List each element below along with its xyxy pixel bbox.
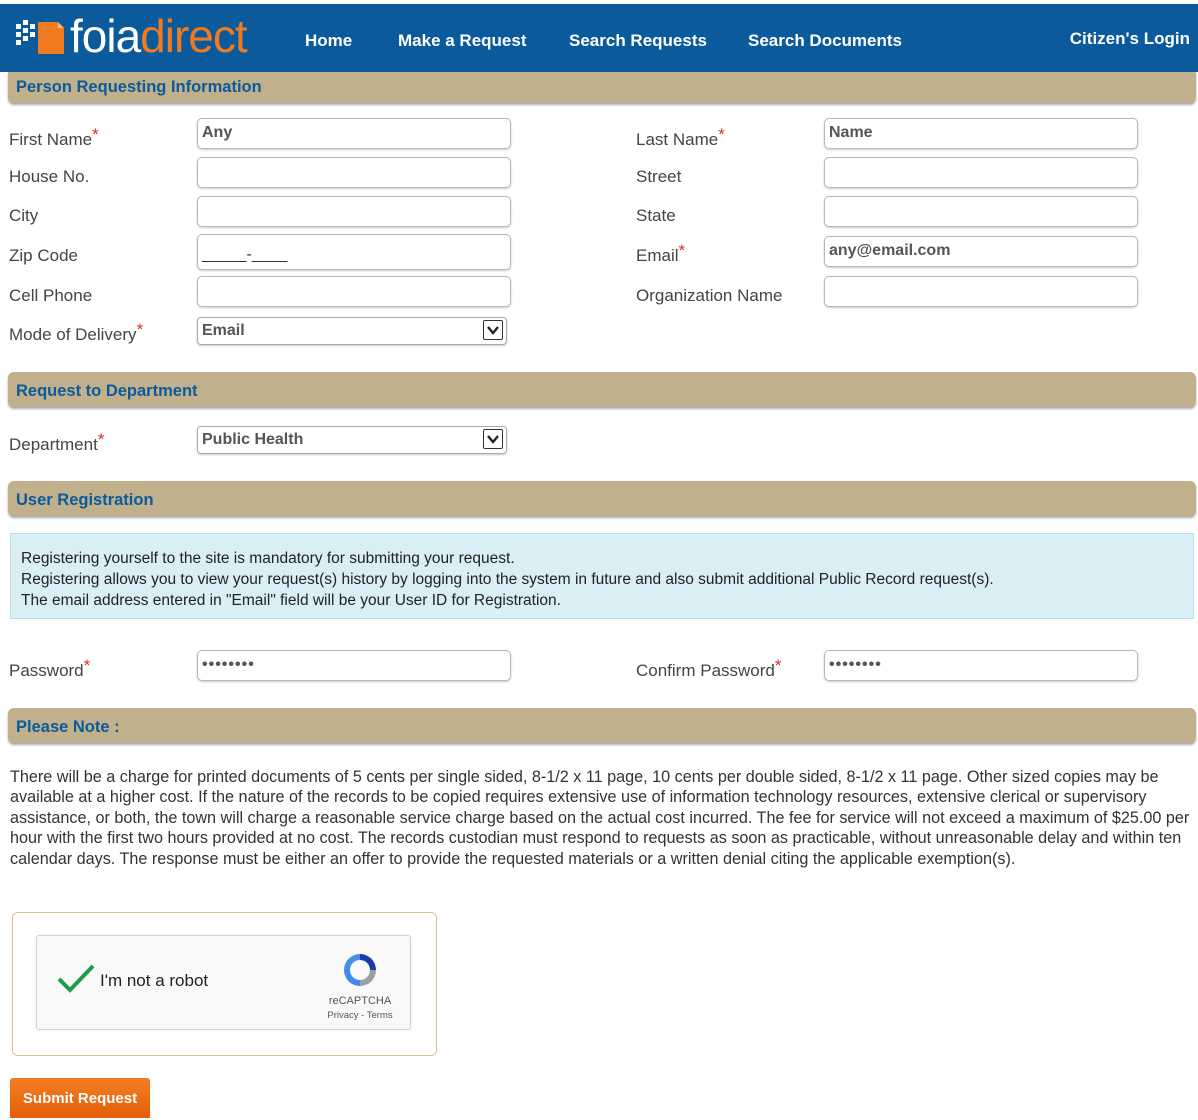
section-person-requesting: Person Requesting Information [8, 72, 1196, 103]
recaptcha-brand: reCAPTCHA [328, 995, 392, 1007]
info-line: Registering yourself to the site is mand… [21, 550, 515, 567]
cell-phone-label: Cell Phone [9, 286, 93, 305]
organization-name-input[interactable] [824, 276, 1138, 307]
confirm-password-input[interactable]: •••••••• [824, 650, 1138, 681]
section-title: User Registration [16, 491, 154, 509]
first-name-input[interactable]: Any [197, 118, 511, 149]
department-select[interactable]: Public Health [197, 426, 507, 454]
state-label: State [636, 206, 676, 225]
registration-info-box: Registering yourself to the site is mand… [10, 533, 1194, 619]
nav-make-a-request[interactable]: Make a Request [398, 4, 527, 72]
citizens-login-link[interactable]: Citizen's Login [1070, 4, 1190, 72]
password-input[interactable]: •••••••• [197, 650, 511, 681]
nav-search-requests[interactable]: Search Requests [569, 4, 707, 72]
zip-code-input[interactable]: _____-____ [197, 234, 511, 270]
cell-phone-input[interactable] [197, 276, 511, 307]
section-user-registration: User Registration [8, 481, 1196, 516]
zip-code-label: Zip Code [9, 246, 78, 265]
foiadirect-logo[interactable]: foiadirect [14, 13, 248, 59]
state-input[interactable] [824, 196, 1138, 227]
mode-of-delivery-label: Mode of Delivery* [9, 320, 144, 344]
city-input[interactable] [197, 196, 511, 227]
section-title: Request to Department [16, 382, 198, 400]
house-no-input[interactable] [197, 157, 511, 188]
password-label: Password* [9, 656, 91, 680]
street-input[interactable] [824, 157, 1138, 188]
recaptcha-label: I'm not a robot [100, 971, 209, 990]
info-line: Registering allows you to view your requ… [21, 571, 994, 588]
submit-request-button[interactable]: Submit Request [10, 1078, 150, 1118]
mode-of-delivery-value: Email [202, 322, 245, 339]
confirm-password-label: Confirm Password* [636, 656, 782, 680]
nav-search-documents[interactable]: Search Documents [748, 4, 902, 72]
department-value: Public Health [202, 431, 304, 448]
last-name-input[interactable]: Name [824, 118, 1138, 149]
recaptcha-checkmark-icon[interactable] [56, 963, 96, 1000]
recaptcha-privacy-terms[interactable]: Privacy - Terms [322, 1010, 398, 1021]
recaptcha-logo-icon [340, 950, 380, 995]
info-line: The email address entered in "Email" fie… [21, 592, 561, 609]
street-label: Street [636, 167, 682, 186]
department-label: Department* [9, 430, 105, 454]
section-title: Please Note : [16, 718, 120, 736]
logo-document-icon [14, 16, 66, 56]
logo-text-direct: direct [140, 10, 247, 62]
logo-text-foia: foia [70, 10, 141, 62]
section-please-note: Please Note : [8, 708, 1196, 743]
section-title: Person Requesting Information [16, 78, 262, 96]
first-name-label: First Name* [9, 125, 99, 149]
nav-home[interactable]: Home [305, 4, 352, 72]
city-label: City [9, 206, 39, 225]
organization-name-label: Organization Name [636, 286, 783, 305]
email-input[interactable]: any@email.com [824, 236, 1138, 267]
house-no-label: House No. [9, 167, 90, 186]
chevron-down-icon [483, 429, 503, 449]
email-label: Email* [636, 241, 686, 265]
last-name-label: Last Name* [636, 125, 725, 149]
mode-of-delivery-select[interactable]: Email [197, 317, 507, 345]
fee-note-text: There will be a charge for printed docum… [10, 768, 1190, 868]
section-request-to-department: Request to Department [8, 372, 1196, 407]
chevron-down-icon [483, 320, 503, 340]
